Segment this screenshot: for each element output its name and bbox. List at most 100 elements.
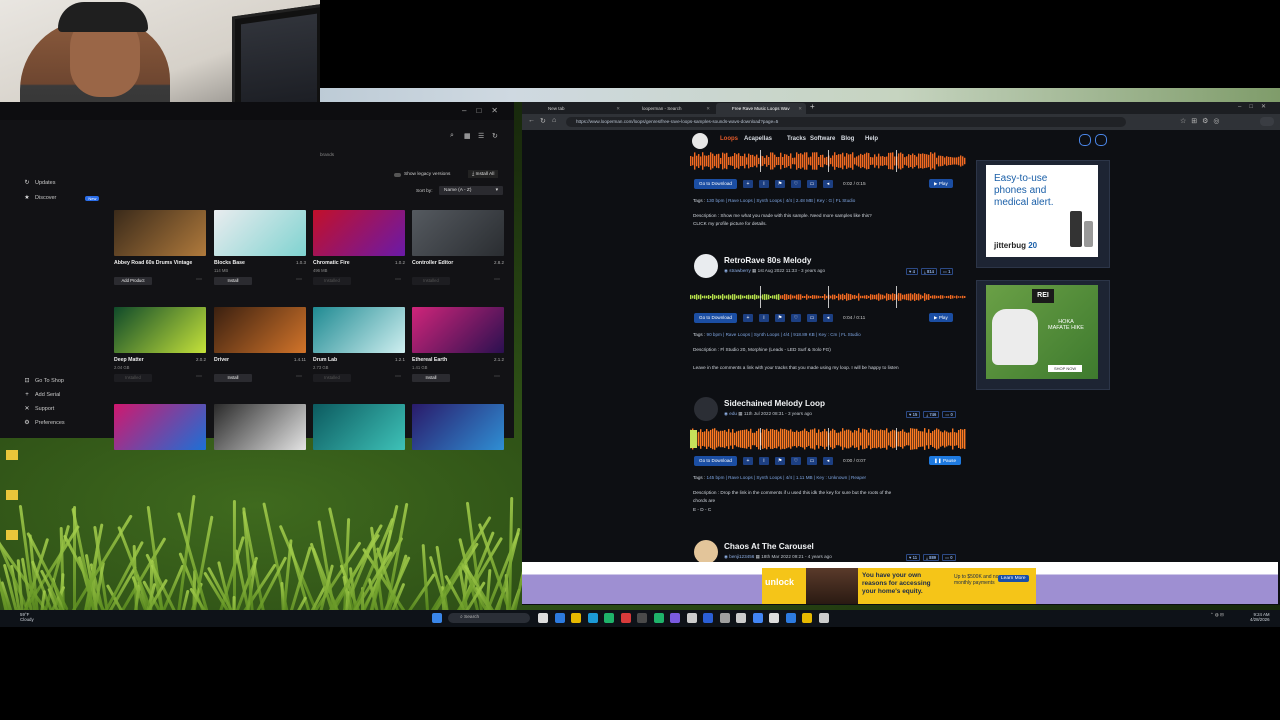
add-icon[interactable]: +: [742, 457, 753, 465]
clock[interactable]: 9:24 AM 4/28/2026: [1250, 612, 1270, 622]
product-artwork[interactable]: [114, 210, 206, 256]
waveform-1[interactable]: [690, 150, 966, 172]
product-tile[interactable]: Ethereal Earth 2.1.2 1.41 GB Install ⋯: [412, 307, 504, 382]
refresh-icon[interactable]: ↻: [540, 117, 546, 125]
product-action-button[interactable]: Installed: [313, 374, 351, 382]
folder-icon[interactable]: [6, 530, 18, 540]
taskbar-app-icon[interactable]: [686, 613, 697, 623]
browser-toolbar-icons[interactable]: ☆⊞⚙◎: [1180, 117, 1225, 125]
heart-icon[interactable]: ♡: [790, 457, 801, 465]
tab-search[interactable]: looperman - Search ✕: [626, 103, 714, 114]
download-button[interactable]: Go to Download: [694, 313, 737, 323]
sidebar-item-preferences[interactable]: ⚙ Preferences: [24, 420, 64, 426]
taskbar-app-icon[interactable]: [769, 613, 779, 623]
taskbar-app-icon[interactable]: [670, 613, 680, 623]
nav-link-loops[interactable]: Loops: [720, 136, 738, 142]
product-action-button[interactable]: Installed: [412, 277, 450, 285]
taskbar-app-icon[interactable]: [818, 613, 829, 623]
search-icon[interactable]: ⌕: [450, 132, 454, 140]
comment-icon[interactable]: ▭: [806, 457, 817, 465]
home-icon[interactable]: ⌂: [552, 117, 556, 124]
more-options-icon[interactable]: ⋯: [196, 373, 202, 380]
taskbar-app-icon[interactable]: [752, 613, 763, 623]
product-tile[interactable]: [412, 404, 504, 450]
product-tile[interactable]: [214, 404, 306, 450]
url-field[interactable]: https://www.looperman.com/loops/genres/f…: [566, 117, 1126, 127]
product-tile[interactable]: Chromatic Fire 1.0.2 496 MB Installed ⋯: [313, 210, 405, 285]
more-options-icon[interactable]: ⋯: [395, 276, 401, 283]
sort-select[interactable]: Name (A - Z) ▾: [439, 186, 503, 195]
sidebar-item-updates[interactable]: ↻ Updates: [24, 180, 55, 186]
heart-icon[interactable]: ♡: [790, 314, 801, 322]
info-icon[interactable]: i: [758, 457, 769, 465]
folder-icon[interactable]: [6, 450, 18, 460]
product-action-button[interactable]: Installed: [114, 374, 152, 382]
taskbar-app-icon[interactable]: [802, 613, 812, 623]
close-icon[interactable]: ✕: [798, 103, 802, 114]
product-artwork[interactable]: [313, 210, 405, 256]
product-tile[interactable]: Deep Matter 2.0.2 2.04 GB Installed ⋯: [114, 307, 206, 382]
taskbar-app-icon[interactable]: [736, 613, 746, 623]
loop-title[interactable]: Chaos At The Carousel: [724, 542, 814, 551]
sidebar-item-shop[interactable]: ⊡ Go To Shop: [24, 378, 63, 384]
flag-icon[interactable]: ⚑: [774, 314, 785, 322]
install-all-button[interactable]: ⤓ Install All: [468, 170, 499, 178]
refresh-icon[interactable]: ↻: [492, 132, 498, 140]
more-options-icon[interactable]: ⋯: [296, 373, 302, 380]
taskbar-app-icon[interactable]: [637, 613, 647, 623]
folder-icon[interactable]: [6, 490, 18, 500]
waveform-2[interactable]: [690, 286, 966, 308]
nav-link-help[interactable]: Help: [865, 136, 878, 142]
loop-author[interactable]: benji123456: [729, 554, 754, 559]
more-options-icon[interactable]: ⋯: [494, 373, 500, 380]
taskbar-app-icon[interactable]: [571, 613, 581, 623]
loop-title[interactable]: RetroRave 80s Melody: [724, 256, 811, 265]
product-action-button[interactable]: Install: [412, 374, 450, 382]
toggle-switch[interactable]: [394, 172, 401, 177]
taskbar-app-icon[interactable]: [604, 613, 614, 623]
loop-author[interactable]: strawberry: [729, 268, 750, 273]
list-view-icon[interactable]: ☰: [478, 132, 484, 140]
download-button[interactable]: Go to Download: [694, 179, 737, 189]
nav-link-software[interactable]: Software: [810, 136, 835, 142]
sidebar-item-add-serial[interactable]: + Add Serial: [24, 392, 60, 398]
play-button[interactable]: ▶ Play: [929, 179, 953, 188]
unlock-ad-banner[interactable]: unlock You have your own reasons for acc…: [762, 568, 1036, 604]
more-options-icon[interactable]: ⋯: [296, 276, 302, 283]
info-icon[interactable]: i: [758, 180, 769, 188]
add-icon[interactable]: +: [742, 314, 753, 322]
learn-more-button[interactable]: Learn More: [998, 575, 1029, 582]
product-artwork[interactable]: [313, 307, 405, 353]
nav-link-tracks[interactable]: Tracks: [787, 136, 806, 142]
ad-cta[interactable]: SHOP NOW: [1048, 365, 1083, 372]
taskbar-app-icon[interactable]: [587, 613, 598, 623]
download-button[interactable]: Go to Download: [694, 456, 737, 466]
sidebar-item-discover[interactable]: ★ Discover New: [24, 195, 100, 201]
product-artwork[interactable]: [214, 404, 306, 450]
user-icon[interactable]: [1079, 134, 1091, 146]
looperman-logo[interactable]: [692, 133, 708, 149]
product-action-button[interactable]: Add Product: [114, 277, 152, 285]
grid-view-icon[interactable]: ▦: [464, 132, 471, 140]
taskbar-app-icon[interactable]: [719, 613, 730, 623]
play-button[interactable]: ▶ Play: [929, 313, 953, 322]
taskbar-search[interactable]: ⌕ Search: [448, 613, 530, 623]
product-artwork[interactable]: [313, 404, 405, 450]
product-action-button[interactable]: Install: [214, 374, 252, 382]
flag-icon[interactable]: ⚑: [774, 457, 785, 465]
product-artwork[interactable]: [412, 404, 504, 450]
sidebar-item-support[interactable]: ✕ Support: [24, 406, 54, 412]
weather-widget[interactable]: 59°F Cloudy: [20, 612, 34, 622]
taskbar-app-icon[interactable]: [785, 613, 796, 623]
product-artwork[interactable]: [412, 210, 504, 256]
pause-button[interactable]: ❚❚ Pause: [929, 456, 962, 465]
add-icon[interactable]: +: [742, 180, 753, 188]
heart-icon[interactable]: ♡: [790, 180, 801, 188]
avatar[interactable]: [694, 254, 718, 278]
profile-icon[interactable]: [1260, 117, 1274, 126]
waveform-3[interactable]: [690, 428, 966, 450]
comment-icon[interactable]: ▭: [806, 180, 817, 188]
product-tile[interactable]: Controller Editor 2.8.2 Installed ⋯: [412, 210, 504, 285]
product-artwork[interactable]: [214, 307, 306, 353]
close-icon[interactable]: ✕: [706, 103, 710, 114]
